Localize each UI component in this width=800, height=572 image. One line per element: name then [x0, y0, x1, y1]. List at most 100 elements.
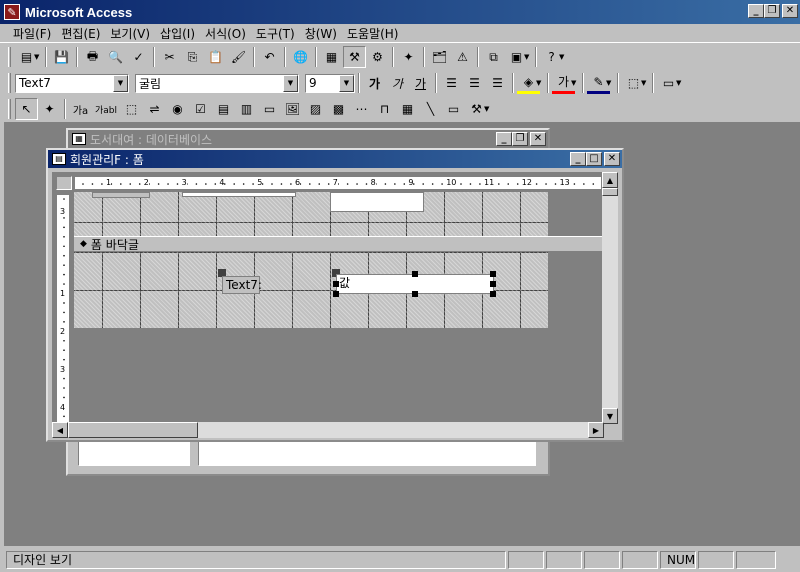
- horizontal-ruler[interactable]: 1 2 3 4 5 6 7 8 9 10 11 12 13: [74, 176, 602, 190]
- option-group-icon[interactable]: ⬚: [120, 98, 143, 120]
- rectangle-icon[interactable]: ▭: [442, 98, 465, 120]
- bold-button[interactable]: 가: [363, 72, 386, 94]
- new-object-dropdown-arrow[interactable]: ▼: [524, 53, 532, 61]
- textbox-tool-button[interactable]: 가abl: [92, 98, 120, 120]
- resize-handle[interactable]: [333, 291, 339, 297]
- line-color-dropdown-arrow[interactable]: ▼: [606, 79, 614, 87]
- subform-icon[interactable]: ▦: [396, 98, 419, 120]
- chevron-down-icon[interactable]: ▼: [339, 74, 354, 92]
- horizontal-scroll-thumb[interactable]: [68, 422, 198, 438]
- menu-view[interactable]: 보기(V): [105, 25, 155, 42]
- resize-handle[interactable]: [490, 281, 496, 287]
- line-width-dropdown-arrow[interactable]: ▼: [641, 79, 649, 87]
- database-window-title-bar[interactable]: ▦ 도서대여 : 데이터베이스 _ ❐ ✕: [68, 130, 548, 148]
- chevron-down-icon[interactable]: ▼: [113, 74, 128, 92]
- tab-control-icon[interactable]: ⊓: [373, 98, 396, 120]
- close-button[interactable]: ✕: [530, 132, 546, 146]
- font-color-dropdown-arrow[interactable]: ▼: [571, 79, 579, 87]
- image-icon[interactable]: 🖼: [281, 98, 304, 120]
- undo-icon[interactable]: ↶: [258, 46, 281, 68]
- vertical-scroll-thumb[interactable]: [602, 188, 618, 196]
- font-size-combo[interactable]: 9 ▼: [305, 73, 355, 93]
- resize-handle[interactable]: [490, 291, 496, 297]
- scroll-up-icon[interactable]: ▲: [602, 172, 618, 188]
- scroll-left-icon[interactable]: ◀: [52, 422, 68, 438]
- cut-icon[interactable]: ✂: [158, 46, 181, 68]
- more-controls-dropdown-arrow[interactable]: ▼: [484, 105, 492, 113]
- toolbar-grip[interactable]: [8, 47, 11, 67]
- print-preview-icon[interactable]: 🔍: [104, 46, 127, 68]
- form-footer-section-bar[interactable]: ◆ 폼 바닥글: [74, 236, 602, 252]
- form-design-window[interactable]: ▤ 회원관리F : 폼 _ □ ✕ 1 2 3 4 5 6 7 8 9 10 11 12 13 3123…: [46, 148, 624, 442]
- chevron-down-icon[interactable]: ▼: [283, 74, 298, 92]
- menu-insert[interactable]: 삽입(I): [155, 25, 200, 42]
- form-selector[interactable]: [56, 176, 72, 190]
- menu-tools[interactable]: 도구(T): [251, 25, 300, 42]
- restore-button[interactable]: ❐: [512, 132, 528, 146]
- maximize-button[interactable]: □: [586, 152, 602, 166]
- text7-label[interactable]: Text7:: [222, 276, 262, 294]
- app-title-bar[interactable]: ✎ Microsoft Access _ ❐ ✕: [0, 0, 800, 24]
- bound-object-frame-icon[interactable]: ▩: [327, 98, 350, 120]
- object-combo[interactable]: Text7 ▼: [15, 73, 129, 93]
- list-box-icon[interactable]: ▥: [235, 98, 258, 120]
- control-wizards-icon[interactable]: ✦: [38, 98, 61, 120]
- minimize-button[interactable]: _: [748, 4, 764, 18]
- combo-box-icon[interactable]: ▤: [212, 98, 235, 120]
- resize-handle[interactable]: [412, 271, 418, 277]
- print-icon[interactable]: 🖶: [81, 46, 104, 68]
- toolbox-icon[interactable]: ⚒: [343, 46, 366, 68]
- unbound-object-frame-icon[interactable]: ▨: [304, 98, 327, 120]
- save-icon[interactable]: 💾: [50, 46, 73, 68]
- check-box-icon[interactable]: ☑: [189, 98, 212, 120]
- code-icon[interactable]: ✦: [397, 46, 420, 68]
- toggle-button-icon[interactable]: ⇌: [143, 98, 166, 120]
- close-button[interactable]: ✕: [604, 152, 620, 166]
- hyperlink-icon[interactable]: 🌐: [289, 46, 312, 68]
- paste-icon[interactable]: 📋: [204, 46, 227, 68]
- option-button-icon[interactable]: ◉: [166, 98, 189, 120]
- format-painter-icon[interactable]: 🖌: [227, 46, 250, 68]
- access-key-icon[interactable]: ✎: [4, 4, 20, 20]
- menu-edit[interactable]: 편집(E): [56, 25, 105, 42]
- detail-control-left[interactable]: [92, 192, 150, 198]
- horizontal-scrollbar[interactable]: ◀ ▶: [52, 422, 604, 438]
- minimize-button[interactable]: _: [496, 132, 512, 146]
- scroll-down-icon[interactable]: ▼: [602, 408, 618, 424]
- autoformat-icon[interactable]: ⚙: [366, 46, 389, 68]
- resize-handle[interactable]: [490, 271, 496, 277]
- resize-handle[interactable]: [333, 281, 339, 287]
- menu-window[interactable]: 창(W): [300, 25, 342, 42]
- align-right-icon[interactable]: ☰: [486, 72, 509, 94]
- select-objects-icon[interactable]: ↖: [15, 98, 38, 120]
- italic-button[interactable]: 가: [386, 72, 409, 94]
- resize-handle[interactable]: [412, 291, 418, 297]
- detail-textbox[interactable]: [330, 192, 424, 212]
- spelling-icon[interactable]: ✓: [127, 46, 150, 68]
- fill-color-dropdown-arrow[interactable]: ▼: [536, 79, 544, 87]
- minimize-button[interactable]: _: [570, 152, 586, 166]
- font-combo[interactable]: 굴림 ▼: [135, 73, 299, 93]
- toolbar-grip[interactable]: [8, 99, 11, 119]
- align-left-icon[interactable]: ☰: [440, 72, 463, 94]
- scroll-right-icon[interactable]: ▶: [588, 422, 604, 438]
- vertical-scrollbar[interactable]: ▲ ▼: [602, 172, 618, 424]
- field-list-icon[interactable]: ▦: [320, 46, 343, 68]
- line-icon[interactable]: ╲: [419, 98, 442, 120]
- detail-section-grid[interactable]: [74, 192, 548, 236]
- page-break-icon[interactable]: ⋯: [350, 98, 373, 120]
- special-effect-dropdown-arrow[interactable]: ▼: [676, 79, 684, 87]
- build-icon[interactable]: ⚠: [451, 46, 474, 68]
- database-object-list[interactable]: [78, 440, 190, 466]
- form-design-canvas[interactable]: 1 2 3 4 5 6 7 8 9 10 11 12 13 31234 ◆ 폼 바닥글 Text7: 값: [52, 172, 604, 424]
- align-center-icon[interactable]: ☰: [463, 72, 486, 94]
- form-window-title-bar[interactable]: ▤ 회원관리F : 폼 _ □ ✕: [48, 150, 622, 168]
- view-dropdown-arrow[interactable]: ▼: [34, 53, 42, 61]
- label-tool-button[interactable]: 가a: [69, 98, 92, 120]
- menu-help[interactable]: 도움말(H): [342, 25, 404, 42]
- vertical-ruler[interactable]: 3 1 2 3 4: [56, 194, 70, 424]
- properties-icon[interactable]: 🗂: [428, 46, 451, 68]
- menu-format[interactable]: 서식(O): [200, 25, 251, 42]
- command-button-icon[interactable]: ▭: [258, 98, 281, 120]
- restore-button[interactable]: ❐: [764, 4, 780, 18]
